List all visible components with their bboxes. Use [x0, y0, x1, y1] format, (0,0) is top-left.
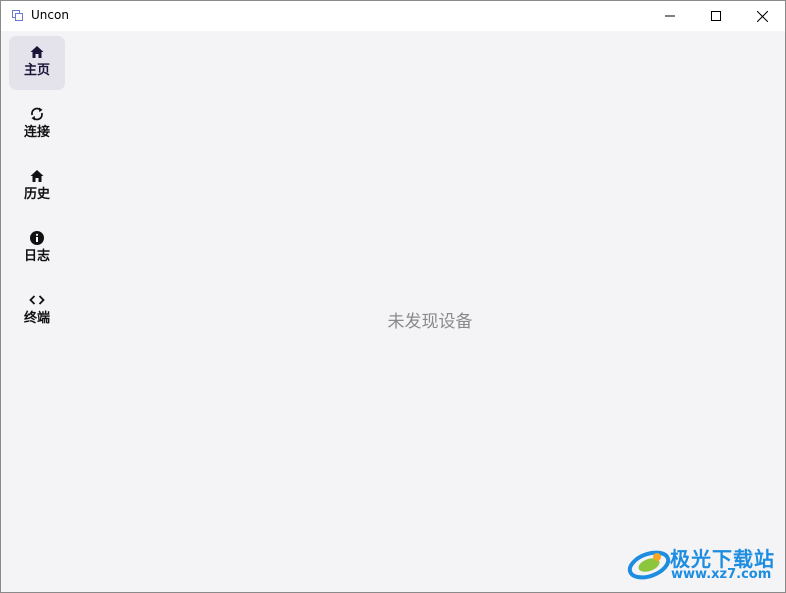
sidebar-item-home[interactable]: 主页: [9, 36, 65, 90]
close-icon: [756, 10, 768, 22]
sidebar-item-history[interactable]: 历史: [9, 160, 65, 214]
empty-state-message: 未发现设备: [387, 312, 473, 332]
sidebar-item-label: 历史: [23, 187, 50, 202]
sidebar-item-label: 终端: [23, 311, 50, 326]
title-bar[interactable]: Uncon: [1, 1, 785, 31]
sidebar-item-label: 连接: [23, 125, 50, 140]
close-button[interactable]: [739, 1, 785, 31]
watermark-url: www.xz7.com: [671, 567, 772, 582]
sidebar-item-label: 主页: [23, 63, 50, 78]
minimize-button[interactable]: [647, 1, 693, 31]
app-icon: [12, 10, 23, 21]
watermark-logo-icon: [627, 550, 671, 580]
code-icon: [29, 292, 45, 308]
sync-icon: [29, 106, 45, 122]
sidebar-item-connect[interactable]: 连接: [9, 98, 65, 152]
app-window: Uncon 主页 连接 历史 日志 终端 未发现设备 极光下载站 www.xz7…: [0, 0, 786, 593]
info-icon: [29, 230, 45, 246]
maximize-icon: [711, 11, 721, 21]
sidebar-item-terminal[interactable]: 终端: [9, 284, 65, 338]
main-content: 未发现设备: [75, 31, 785, 592]
sidebar-nav: 主页 连接 历史 日志 终端: [1, 31, 75, 592]
minimize-icon: [665, 15, 675, 17]
home-icon: [29, 168, 45, 184]
window-title: Uncon: [31, 8, 69, 22]
sidebar-item-log[interactable]: 日志: [9, 222, 65, 276]
home-icon: [29, 44, 45, 60]
watermark: 极光下载站 www.xz7.com: [627, 541, 779, 587]
maximize-button[interactable]: [693, 1, 739, 31]
sidebar-item-label: 日志: [23, 249, 50, 264]
